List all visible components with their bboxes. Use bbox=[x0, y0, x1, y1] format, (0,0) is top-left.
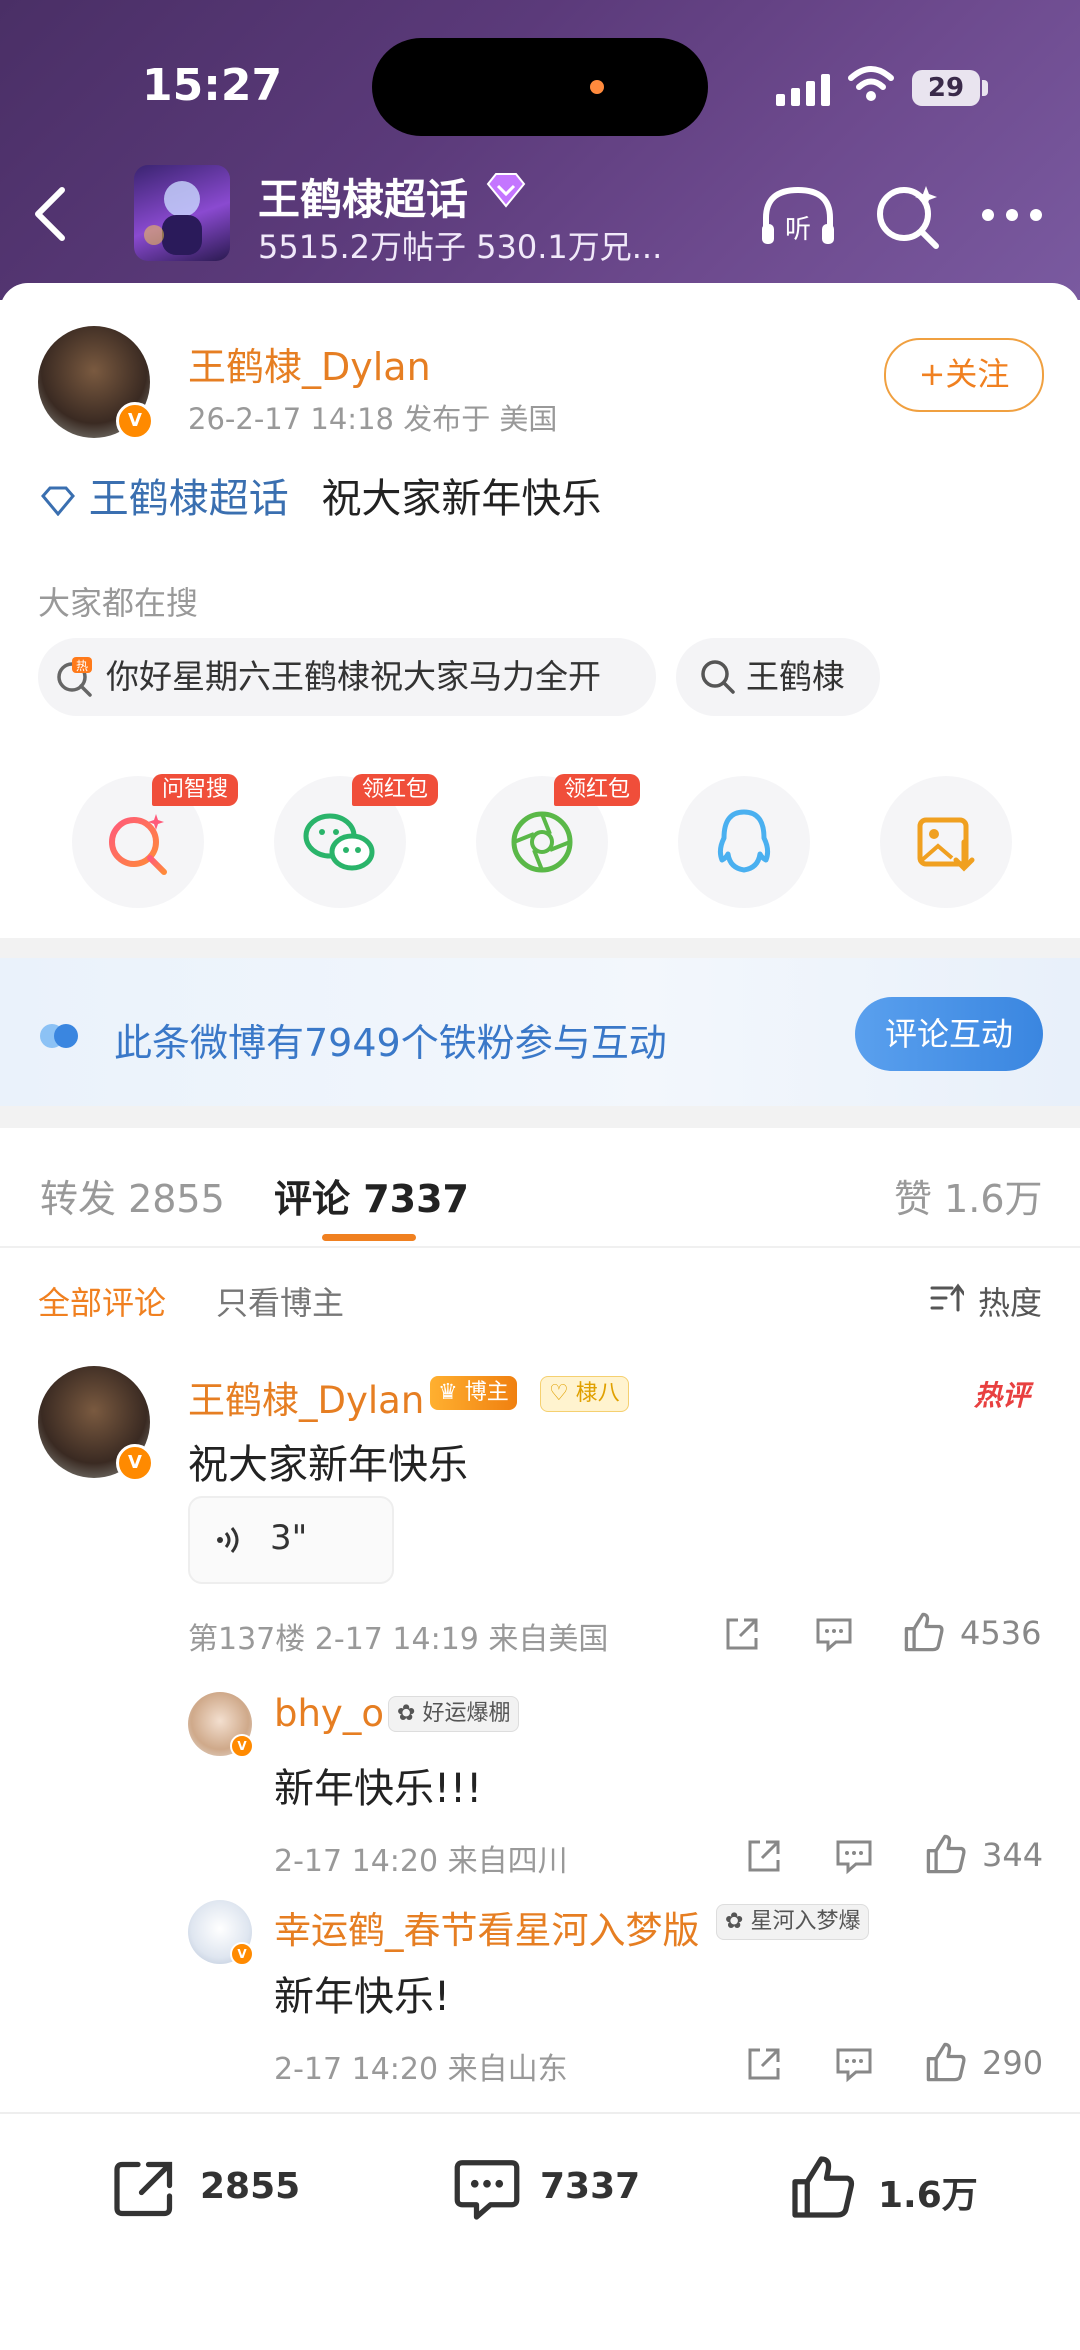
section-divider bbox=[0, 938, 1080, 958]
wifi-icon bbox=[848, 66, 894, 101]
verified-icon: V bbox=[230, 1942, 254, 1966]
bottom-like-button[interactable]: 1.6万 bbox=[788, 2150, 998, 2230]
qq-icon bbox=[717, 809, 771, 873]
tab-like[interactable]: 赞 1.6万 bbox=[894, 1168, 1043, 1223]
back-icon[interactable] bbox=[26, 184, 74, 244]
svg-text:听: 听 bbox=[785, 215, 811, 245]
verified-icon: V bbox=[230, 1734, 254, 1758]
post-text: 祝大家新年快乐 bbox=[321, 476, 602, 522]
share-tag: 问智搜 bbox=[152, 774, 239, 806]
reply-meta: 2-17 14:20 来自四川 bbox=[274, 1844, 568, 1879]
comment-meta: 第137楼 2-17 14:19 来自美国 bbox=[188, 1622, 609, 1657]
tab-comment[interactable]: 评论 7337 bbox=[274, 1168, 469, 1223]
post-content: 王鹤棣超话 祝大家新年快乐 bbox=[40, 466, 601, 524]
tab-indicator bbox=[322, 1234, 416, 1241]
image-download-icon bbox=[917, 817, 975, 872]
repost-icon[interactable] bbox=[744, 1836, 784, 1876]
comment-icon[interactable] bbox=[834, 2044, 874, 2084]
bottom-repost-button[interactable]: 2855 bbox=[110, 2150, 320, 2230]
topic-avatar[interactable] bbox=[134, 165, 230, 261]
status-time: 15:27 bbox=[142, 60, 283, 111]
share-tag: 领红包 bbox=[554, 774, 641, 806]
trending-chip[interactable]: 热 你好星期六王鹤棣祝大家马力全开 bbox=[38, 638, 656, 716]
trending-label: 大家都在搜 bbox=[38, 584, 199, 622]
repost-icon[interactable] bbox=[722, 1614, 762, 1654]
qq-share-button[interactable] bbox=[678, 776, 810, 908]
like-count: 344 bbox=[982, 1836, 1044, 1874]
post-time-location: 26-2-17 14:18 发布于 美国 bbox=[188, 402, 558, 436]
repost-icon[interactable] bbox=[744, 2044, 784, 2084]
reply-meta: 2-17 14:20 来自山东 bbox=[274, 2052, 568, 2087]
bottom-repost-count: 2855 bbox=[200, 2166, 301, 2207]
sort-icon bbox=[930, 1283, 964, 1312]
like-icon[interactable] bbox=[902, 1610, 946, 1654]
voice-message[interactable]: 3" bbox=[188, 1496, 394, 1584]
like-icon[interactable] bbox=[924, 2040, 968, 2084]
reply-text: 新年快乐! bbox=[274, 1974, 451, 2020]
comment-author[interactable]: 王鹤棣_Dylan bbox=[188, 1370, 424, 1424]
verified-icon: V bbox=[116, 402, 154, 440]
comment-icon[interactable] bbox=[814, 1614, 854, 1654]
camera-dot bbox=[590, 80, 604, 94]
listen-icon[interactable]: 听 bbox=[758, 184, 838, 250]
battery-indicator: 29 bbox=[912, 70, 980, 106]
search-icon bbox=[701, 660, 735, 694]
tab-repost[interactable]: 转发 2855 bbox=[40, 1168, 225, 1223]
filter-author-only[interactable]: 只看博主 bbox=[216, 1278, 344, 1324]
reply-text: 新年快乐!!! bbox=[274, 1766, 483, 1812]
comment-interact-button[interactable]: 评论互动 bbox=[855, 997, 1043, 1071]
comment-text: 祝大家新年快乐 bbox=[188, 1442, 468, 1488]
author-badge-label: 博主 bbox=[464, 1380, 509, 1405]
voice-icon bbox=[217, 1527, 239, 1553]
voice-duration: 3" bbox=[270, 1518, 308, 1558]
trending-chip-label: 你好星期六王鹤棣祝大家马力全开 bbox=[106, 657, 601, 696]
signal-icon bbox=[776, 74, 830, 106]
battery-tip bbox=[982, 80, 988, 96]
fan-badge-label: 好运爆棚 bbox=[422, 1701, 511, 1726]
topic-link[interactable]: 王鹤棣超话 bbox=[89, 476, 289, 522]
topic-stats: 5515.2万帖子 530.1万兄... bbox=[258, 228, 663, 266]
search-icon[interactable] bbox=[872, 180, 944, 252]
fan-badge-label: 星河入梦爆 bbox=[750, 1909, 861, 1934]
fans-icon bbox=[40, 1024, 78, 1048]
like-icon bbox=[792, 2156, 855, 2218]
save-image-button[interactable] bbox=[880, 776, 1012, 908]
bottom-action-bar bbox=[0, 2112, 1080, 2350]
reply-author[interactable]: 幸运鹤_春节看星河入梦版 bbox=[274, 1900, 700, 1954]
like-count: 290 bbox=[982, 2044, 1044, 2082]
comment-icon[interactable] bbox=[834, 1836, 874, 1876]
follow-button[interactable]: +关注 bbox=[884, 338, 1044, 412]
divider bbox=[0, 1246, 1080, 1248]
bottom-comment-button[interactable]: 7337 bbox=[452, 2150, 662, 2230]
filter-all-comments[interactable]: 全部评论 bbox=[38, 1278, 166, 1324]
dynamic-island bbox=[372, 38, 708, 136]
hot-search-icon: 热 bbox=[57, 657, 92, 697]
fan-badge: ✿ 好运爆棚 bbox=[388, 1696, 520, 1732]
fan-interaction-text: 此条微博有7949个铁粉参与互动 bbox=[114, 1021, 667, 1065]
author-badge: ♛ 博主 bbox=[430, 1376, 517, 1410]
topic-title: 王鹤棣超话 bbox=[258, 175, 469, 224]
sort-by-hot[interactable]: 热度 bbox=[978, 1278, 1042, 1324]
diamond-small-icon bbox=[41, 486, 75, 517]
hot-comment-tag: 热评 bbox=[974, 1379, 1031, 1412]
fan-badge: ✿ 星河入梦爆 bbox=[716, 1904, 870, 1940]
more-icon[interactable] bbox=[980, 200, 1044, 230]
fan-level-label: 棣八 bbox=[575, 1381, 620, 1406]
bottom-comment-count: 7337 bbox=[540, 2166, 641, 2207]
repost-icon bbox=[114, 2161, 173, 2217]
like-icon[interactable] bbox=[924, 1832, 968, 1876]
svg-text:热: 热 bbox=[76, 659, 88, 673]
comment-icon bbox=[454, 2160, 520, 2220]
like-count: 4536 bbox=[960, 1614, 1042, 1652]
share-tag: 领红包 bbox=[352, 774, 439, 806]
post-author[interactable]: 王鹤棣_Dylan bbox=[188, 336, 431, 391]
reply-author[interactable]: bhy_o bbox=[274, 1692, 384, 1735]
verified-icon: V bbox=[116, 1444, 154, 1482]
trending-chip[interactable]: 王鹤棣 bbox=[676, 638, 880, 716]
diamond-icon bbox=[486, 173, 526, 208]
section-divider bbox=[0, 1106, 1080, 1128]
fan-level-badge: ♡ 棣八 bbox=[540, 1376, 629, 1412]
bottom-like-count: 1.6万 bbox=[878, 2175, 978, 2216]
trending-chip-label: 王鹤棣 bbox=[746, 657, 845, 696]
